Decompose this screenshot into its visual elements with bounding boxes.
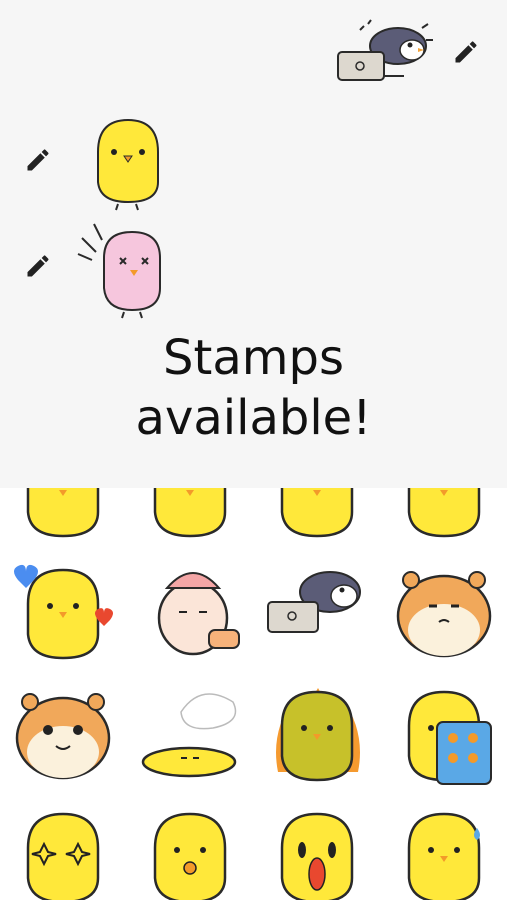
- chick-whistle-sticker-art: [153, 812, 227, 900]
- bunny-sleepy-sticker-art: [157, 572, 241, 656]
- headline-line-1: Stamps: [163, 330, 344, 386]
- sticker-bunny-sleepy[interactable]: [127, 548, 254, 670]
- sticker-hamster-teary[interactable]: [0, 670, 127, 792]
- chick-melted-sticker-art: [141, 693, 237, 778]
- sticker-chick-hearts[interactable]: [0, 548, 127, 670]
- chick-partial-sticker-art: [153, 488, 227, 538]
- pink-chick-dizzy-sticker: [77, 223, 161, 319]
- chick-partial-2-sticker-art: [280, 488, 354, 538]
- sticker-hamster-grumpy[interactable]: [380, 548, 507, 670]
- chick-sparkle-eyes-sticker-art: [27, 812, 100, 900]
- edit-icon[interactable]: [24, 252, 52, 280]
- sticker-penguin-laptop[interactable]: [254, 548, 381, 670]
- headline-line-2: available!: [135, 390, 372, 446]
- sticker-chick-partial-3[interactable]: [380, 488, 507, 548]
- chat-area: [0, 0, 507, 320]
- promo-headline: Stamps available!: [0, 328, 507, 448]
- chick-box-phone-sticker-art: [407, 690, 492, 785]
- sticker-message-pink-chick[interactable]: [74, 214, 174, 320]
- sticker-chick-fire[interactable]: [254, 670, 381, 792]
- sticker-chick-partial-2[interactable]: [254, 488, 381, 548]
- sticker-message-yellow-chick[interactable]: [78, 112, 174, 212]
- hamster-teary-sticker-art: [16, 693, 111, 780]
- penguin-laptop-sticker-art: [266, 571, 361, 633]
- sticker-chick-stars[interactable]: [0, 488, 127, 548]
- hamster-grumpy-sticker-art: [396, 571, 491, 658]
- chick-shocked-sticker-art: [280, 812, 354, 900]
- sticker-chick-shocked[interactable]: [254, 792, 381, 900]
- sticker-chick-partial[interactable]: [127, 488, 254, 548]
- chick-stars-sticker-art: [27, 488, 100, 538]
- sticker-chick-sparkle-eyes[interactable]: [0, 792, 127, 900]
- sticker-chick-melted[interactable]: [127, 670, 254, 792]
- sticker-chick-box-phone[interactable]: [380, 670, 507, 792]
- sticker-chick-whistle[interactable]: [127, 792, 254, 900]
- sticker-chick-sweat[interactable]: [380, 792, 507, 900]
- chick-hearts-sticker-art: [14, 564, 114, 660]
- penguin-laptop-sticker: [337, 19, 433, 81]
- sticker-grid: [0, 488, 507, 900]
- chick-partial-3-sticker-art: [407, 488, 480, 538]
- chick-fire-sticker-art: [275, 688, 360, 782]
- chick-sweat-sticker-art: [407, 812, 480, 900]
- yellow-chick-sticker: [97, 118, 159, 211]
- sticker-message-penguin-laptop[interactable]: [330, 18, 440, 88]
- edit-icon[interactable]: [452, 38, 480, 66]
- edit-icon[interactable]: [24, 146, 52, 174]
